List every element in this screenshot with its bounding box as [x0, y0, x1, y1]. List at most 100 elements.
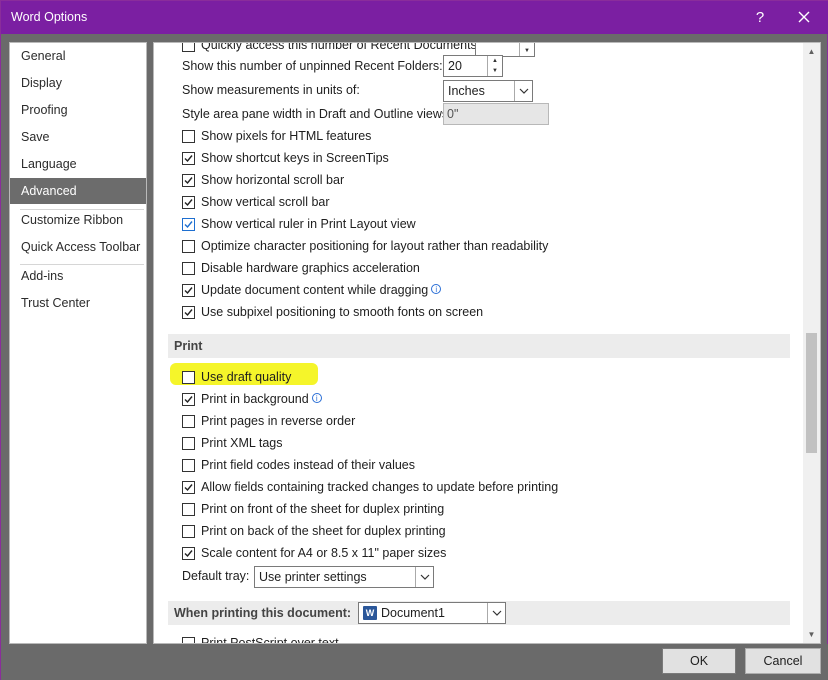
style-area-value: 0": [447, 107, 459, 121]
sidebar-item-language[interactable]: Language: [10, 151, 146, 177]
measurements-select[interactable]: Inches: [443, 80, 533, 102]
window-title: Word Options: [11, 10, 88, 24]
sidebar-item-trust-center[interactable]: Trust Center: [10, 290, 146, 316]
word-options-window: Word Options ? General Display Proofing …: [0, 0, 828, 680]
spinner-arrows[interactable]: ▲▼: [487, 56, 502, 76]
sidebar-item-quick-access-toolbar[interactable]: Quick Access Toolbar: [10, 234, 146, 260]
scroll-up-icon[interactable]: ▲: [803, 43, 820, 60]
checkbox-label: Print field codes instead of their value…: [201, 458, 416, 472]
advanced-options-panel: Quickly access this number of Recent Doc…: [153, 42, 821, 644]
document-value: Document1: [381, 606, 445, 620]
when-printing-label: When printing this document:: [174, 606, 352, 620]
recent-documents-label: Quickly access this number of Recent Doc…: [201, 42, 481, 52]
checkbox-label: Print PostScript over text: [201, 636, 339, 644]
checkbox-label: Show horizontal scroll bar: [201, 173, 345, 187]
recent-documents-checkbox[interactable]: [182, 43, 195, 52]
checkmark-icon: [184, 309, 193, 317]
style-area-label: Style area pane width in Draft and Outli…: [182, 107, 452, 121]
checkbox-label: Disable hardware graphics acceleration: [201, 261, 420, 275]
sidebar-item-general[interactable]: General: [10, 43, 146, 69]
checkbox-label: Show vertical scroll bar: [201, 195, 330, 209]
checkbox[interactable]: [182, 240, 195, 253]
vertical-scrollbar[interactable]: ▲ ▼: [803, 43, 820, 643]
recent-folders-value: 20: [448, 59, 462, 73]
checkbox-label: Show pixels for HTML features: [201, 129, 372, 143]
checkmark-icon: [184, 484, 193, 492]
spin-up-icon[interactable]: ▲: [488, 56, 502, 66]
word-document-icon: W: [363, 606, 377, 620]
checkbox-label: Print XML tags: [201, 436, 283, 450]
recent-folders-label: Show this number of unpinned Recent Fold…: [182, 59, 443, 73]
sidebar-item-add-ins[interactable]: Add-ins: [10, 263, 146, 289]
checkbox-label: Print in background i: [201, 389, 322, 409]
checkbox-label: Show vertical ruler in Print Layout view: [201, 217, 416, 231]
checkmark-icon: [184, 199, 193, 207]
ok-button[interactable]: OK: [662, 648, 736, 674]
sidebar-item-advanced[interactable]: Advanced: [10, 178, 146, 204]
style-area-field: 0": [443, 103, 549, 125]
title-bar: Word Options ?: [1, 1, 828, 34]
chevron-down-icon[interactable]: [487, 603, 505, 623]
checkbox-label: Print on front of the sheet for duplex p…: [201, 502, 445, 516]
measurements-label: Show measurements in units of:: [182, 83, 360, 97]
checkbox-label-text: Print in background: [201, 392, 309, 406]
checkmark-icon: [184, 287, 193, 295]
close-button[interactable]: [787, 5, 821, 31]
checkbox-label: Print on back of the sheet for duplex pr…: [201, 524, 446, 538]
info-icon[interactable]: i: [431, 284, 442, 294]
spin-down-icon[interactable]: ▼: [488, 66, 502, 76]
scroll-thumb[interactable]: [806, 333, 817, 453]
cancel-button[interactable]: Cancel: [745, 648, 821, 674]
close-icon: [798, 11, 810, 23]
checkbox-checked[interactable]: [182, 547, 195, 560]
default-tray-select[interactable]: Use printer settings: [254, 566, 434, 588]
checkbox-label: Show shortcut keys in ScreenTips: [201, 151, 389, 165]
checkmark-icon: [184, 155, 193, 163]
checkbox-checked[interactable]: [182, 481, 195, 494]
chevron-down-icon[interactable]: [415, 567, 433, 587]
checkbox-label: Optimize character positioning for layou…: [201, 239, 549, 253]
checkbox[interactable]: [182, 371, 195, 384]
recent-folders-spinner[interactable]: 20 ▲ ▼: [443, 55, 503, 77]
checkmark-icon: [184, 221, 193, 229]
checkbox-checked[interactable]: [182, 393, 195, 406]
checkbox-checked[interactable]: [182, 174, 195, 187]
checkbox-label: Update document content while dragging i: [201, 280, 442, 300]
checkmark-icon: [184, 396, 193, 404]
checkbox-label-text: Update document content while dragging: [201, 283, 429, 297]
checkbox-label: Use draft quality: [201, 370, 292, 384]
checkbox[interactable]: [182, 415, 195, 428]
checkbox[interactable]: [182, 525, 195, 538]
help-button[interactable]: ?: [743, 5, 777, 31]
checkbox[interactable]: [182, 437, 195, 450]
checkbox-checked[interactable]: [182, 284, 195, 297]
checkbox[interactable]: [182, 459, 195, 472]
checkbox[interactable]: [182, 262, 195, 275]
checkbox-label: Use subpixel positioning to smooth fonts…: [201, 305, 484, 319]
checkbox-label: Print pages in reverse order: [201, 414, 356, 428]
checkbox-label: Allow fields containing tracked changes …: [201, 480, 559, 494]
measurements-value: Inches: [448, 84, 485, 98]
checkbox[interactable]: [182, 130, 195, 143]
chevron-down-icon[interactable]: [514, 81, 532, 101]
sidebar-item-customize-ribbon[interactable]: Customize Ribbon: [10, 207, 146, 233]
default-tray-value: Use printer settings: [259, 570, 367, 584]
checkbox-checked[interactable]: [182, 218, 195, 231]
print-section-header: Print: [168, 334, 790, 358]
checkmark-icon: [184, 550, 193, 558]
scroll-down-icon[interactable]: ▼: [803, 626, 820, 643]
checkbox-checked[interactable]: [182, 152, 195, 165]
checkbox-label: Scale content for A4 or 8.5 x 11" paper …: [201, 546, 447, 560]
info-icon[interactable]: i: [311, 393, 322, 403]
sidebar-item-display[interactable]: Display: [10, 70, 146, 96]
checkbox[interactable]: [182, 637, 195, 643]
sidebar-item-proofing[interactable]: Proofing: [10, 97, 146, 123]
sidebar-item-save[interactable]: Save: [10, 124, 146, 150]
document-select[interactable]: W Document1: [358, 602, 506, 624]
checkbox-checked[interactable]: [182, 196, 195, 209]
options-sidebar: General Display Proofing Save Language A…: [9, 42, 147, 644]
spinner-arrows[interactable]: ▲▼: [519, 43, 534, 56]
checkbox-checked[interactable]: [182, 306, 195, 319]
default-tray-label: Default tray:: [182, 569, 250, 583]
checkbox[interactable]: [182, 503, 195, 516]
